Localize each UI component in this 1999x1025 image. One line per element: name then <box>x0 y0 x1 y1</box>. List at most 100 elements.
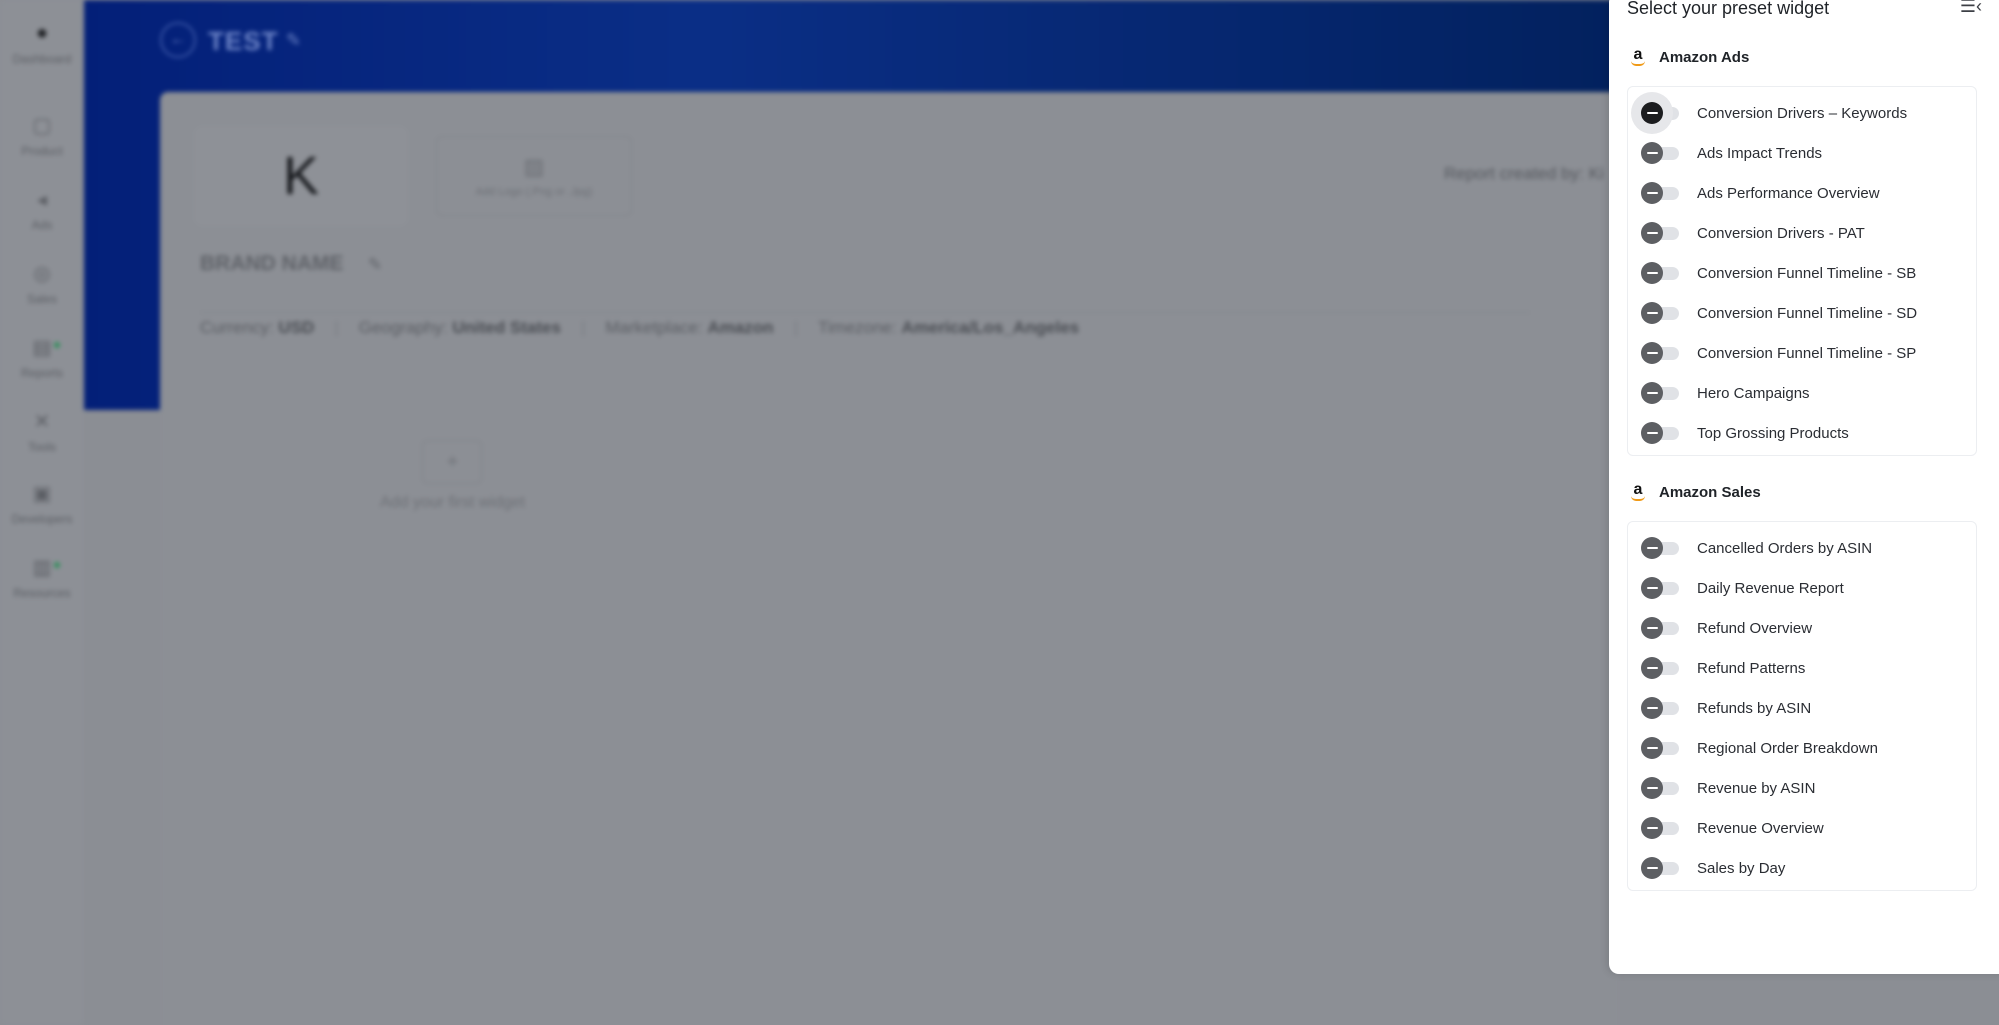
sidebar-item-label: Dashboard <box>12 52 72 66</box>
timezone-label: Timezone: <box>818 318 897 337</box>
widget-toggle-row[interactable]: Top Grossing Products <box>1641 417 1849 449</box>
report-meta: Currency: USD | Geography: United States… <box>200 318 1080 337</box>
back-arrow-icon: ← <box>170 31 186 48</box>
divider <box>200 312 1530 313</box>
widget-label: Hero Campaigns <box>1697 384 1810 402</box>
toggle-switch[interactable] <box>1641 657 1681 679</box>
widget-label: Refund Overview <box>1697 619 1813 637</box>
widget-toggle-row[interactable]: Cancelled Orders by ASIN <box>1641 532 1872 564</box>
plus-icon: + <box>422 440 483 484</box>
image-icon: ▨ <box>523 154 545 179</box>
amazon-logo-icon: a <box>1629 482 1647 501</box>
edit-title-icon[interactable]: ✎ <box>286 30 301 51</box>
code-icon: ▣ <box>32 482 52 505</box>
dollar-icon: ◎ <box>33 262 51 285</box>
widget-label: Regional Order Breakdown <box>1697 739 1878 757</box>
preset-widget-panel: Select your preset widget ☰‹ a Amazon Ad… <box>1609 0 1999 974</box>
toggle-switch[interactable] <box>1641 577 1681 599</box>
widget-toggle-row[interactable]: Refund Patterns <box>1641 652 1805 684</box>
geography-label: Geography: <box>358 318 448 337</box>
sidebar-item-developers[interactable]: ▣ Developers <box>0 480 84 527</box>
sidebar-item-resources[interactable]: ▥ Resources <box>0 554 84 601</box>
toggle-switch[interactable] <box>1641 102 1681 124</box>
widget-label: Conversion Drivers – Keywords <box>1697 104 1908 122</box>
amazon-logo-icon: a <box>1629 47 1647 66</box>
toggle-switch[interactable] <box>1641 737 1681 759</box>
sidebar-item-label: Product <box>21 144 63 158</box>
toggle-switch[interactable] <box>1641 262 1681 284</box>
currency-label: Currency: <box>200 318 274 337</box>
widget-toggle-row[interactable]: Sales by Day <box>1641 852 1785 884</box>
new-badge <box>54 562 60 568</box>
sidebar-item-dashboard[interactable]: ● Dashboard <box>0 20 84 67</box>
widget-label: Conversion Funnel Timeline - SB <box>1697 264 1917 282</box>
widget-toggle-row[interactable]: Regional Order Breakdown <box>1641 732 1878 764</box>
toggle-switch[interactable] <box>1641 142 1681 164</box>
marketplace-label: Marketplace: <box>605 318 703 337</box>
marketplace-value: Amazon <box>707 318 774 337</box>
toggle-switch[interactable] <box>1641 382 1681 404</box>
section-title: Amazon Ads <box>1659 48 1750 66</box>
report-card <box>160 92 1620 1025</box>
sidebar-item-label: Sales <box>26 292 58 306</box>
sidebar-item-sales[interactable]: ◎ Sales <box>0 260 84 307</box>
widget-toggle-row[interactable]: Conversion Drivers - PAT <box>1641 217 1865 249</box>
sidebar-item-label: Tools <box>27 440 56 454</box>
toggle-switch[interactable] <box>1641 617 1681 639</box>
sidebar-item-ads[interactable]: ◂ Ads <box>0 186 84 233</box>
report-title: TEST <box>208 26 279 56</box>
widget-toggle-row[interactable]: Conversion Funnel Timeline - SD <box>1641 297 1917 329</box>
widget-toggle-row[interactable]: Revenue by ASIN <box>1641 772 1815 804</box>
box-icon: ▢ <box>32 114 52 137</box>
currency-value: USD <box>278 318 315 337</box>
toggle-switch[interactable] <box>1641 857 1681 879</box>
timezone-value: America/Los_Angeles <box>901 318 1080 337</box>
widget-toggle-row[interactable]: Refunds by ASIN <box>1641 692 1811 724</box>
toggle-switch[interactable] <box>1641 817 1681 839</box>
panel-title: Select your preset widget <box>1627 0 1830 18</box>
sidebar-item-tools[interactable]: ✕ Tools <box>0 408 84 455</box>
section-title: Amazon Sales <box>1659 483 1761 501</box>
widget-toggle-row[interactable]: Conversion Funnel Timeline - SP <box>1641 337 1916 369</box>
sidebar-item-label: Developers <box>11 512 73 526</box>
toggle-switch[interactable] <box>1641 182 1681 204</box>
brand-name: BRAND NAME <box>200 252 344 275</box>
edit-brand-icon[interactable]: ✎ <box>368 255 382 275</box>
toggle-switch[interactable] <box>1641 422 1681 444</box>
widget-label: Refund Patterns <box>1697 659 1806 677</box>
widget-label: Revenue by ASIN <box>1697 779 1816 797</box>
widget-label: Sales by Day <box>1697 859 1786 877</box>
widget-toggle-row[interactable]: Conversion Funnel Timeline - SB <box>1641 257 1916 289</box>
collapse-panel-icon[interactable]: ☰‹ <box>1960 0 1982 17</box>
toggle-switch[interactable] <box>1641 222 1681 244</box>
sidebar-item-product[interactable]: ▢ Product <box>0 112 84 159</box>
widget-toggle-row[interactable]: Conversion Drivers – Keywords <box>1641 97 1907 129</box>
sidebar-item-reports[interactable]: ▤ Reports <box>0 334 84 381</box>
widget-label: Refunds by ASIN <box>1697 699 1812 717</box>
widget-label: Ads Performance Overview <box>1697 184 1880 202</box>
widget-label: Conversion Drivers - PAT <box>1697 224 1865 242</box>
widget-toggle-row[interactable]: Hero Campaigns <box>1641 377 1810 409</box>
logo-upload[interactable]: ▨ Add Logo (.Png or .Jpg) <box>436 136 632 216</box>
add-first-widget[interactable]: + Add your first widget <box>380 440 525 512</box>
megaphone-icon: ◂ <box>36 188 48 211</box>
report-icon: ▤ <box>32 336 52 359</box>
back-button[interactable]: ← <box>160 22 196 58</box>
brand-logo: K <box>194 126 408 226</box>
toggle-switch[interactable] <box>1641 697 1681 719</box>
tools-icon: ✕ <box>33 410 51 433</box>
geography-value: United States <box>452 318 561 337</box>
widget-toggle-row[interactable]: Refund Overview <box>1641 612 1812 644</box>
sidebar-item-label: Reports <box>20 366 64 380</box>
toggle-switch[interactable] <box>1641 777 1681 799</box>
widget-toggle-row[interactable]: Daily Revenue Report <box>1641 572 1844 604</box>
widget-toggle-row[interactable]: Ads Performance Overview <box>1641 177 1880 209</box>
toggle-switch[interactable] <box>1641 342 1681 364</box>
toggle-switch[interactable] <box>1641 302 1681 324</box>
widget-label: Ads Impact Trends <box>1697 144 1823 162</box>
widget-toggle-row[interactable]: Ads Impact Trends <box>1641 137 1822 169</box>
widget-label: Revenue Overview <box>1697 819 1824 837</box>
toggle-switch[interactable] <box>1641 537 1681 559</box>
widget-toggle-row[interactable]: Revenue Overview <box>1641 812 1824 844</box>
sidebar: ● Dashboard ▢ Product ◂ Ads ◎ Sales ▤ Re… <box>0 0 84 1025</box>
